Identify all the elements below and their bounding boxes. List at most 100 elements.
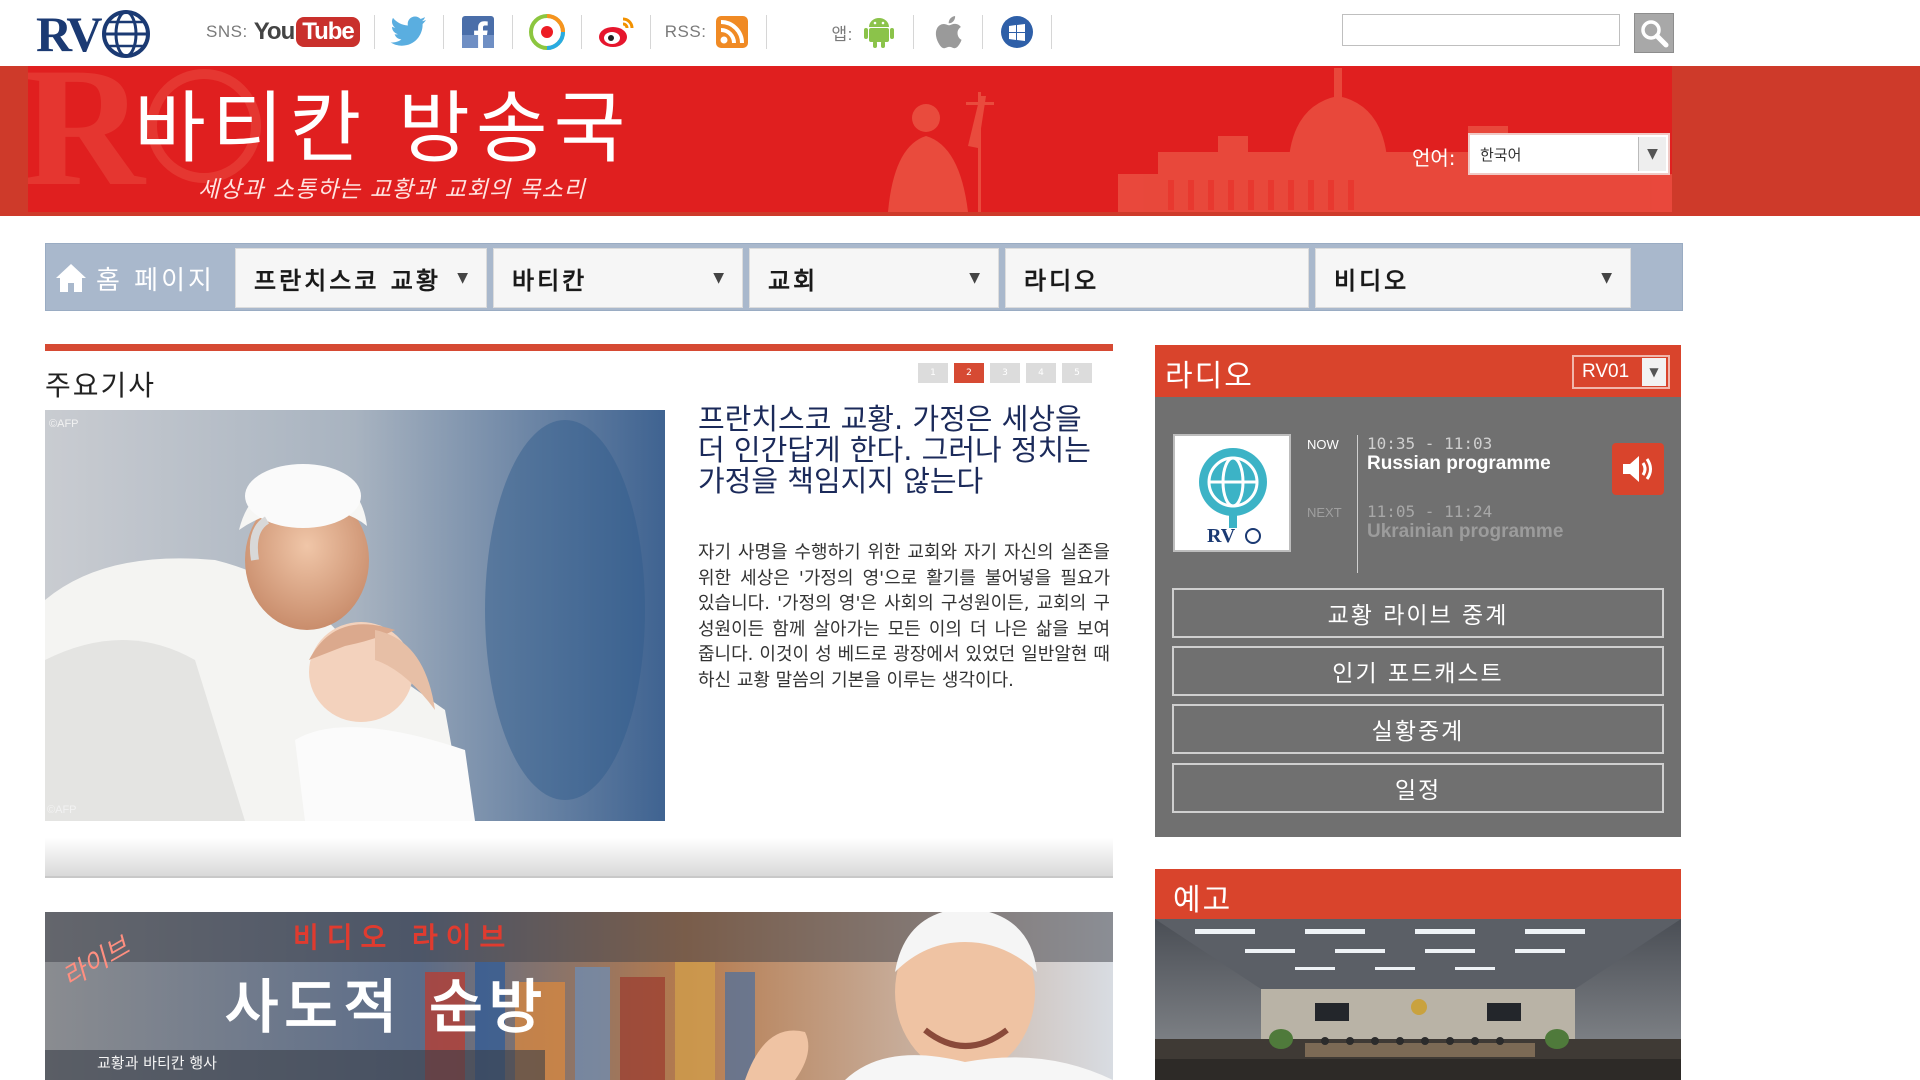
top-bar: RV SNS: You Tube RSS: 앱: (0, 0, 1920, 65)
radio-panel: 라디오 RV01 ▼ RV NOW NEXT 10:35 - 11:03 Rus… (1155, 345, 1681, 837)
featured-pager: 1 2 3 4 5 (918, 363, 1098, 383)
youtube-icon[interactable]: You Tube (254, 14, 360, 50)
radio-title: 라디오 (1165, 359, 1254, 394)
nav-item-radio[interactable]: 라디오 (1005, 248, 1309, 308)
caret-down-icon: ▼ (969, 270, 980, 286)
twitter-icon[interactable] (389, 12, 429, 52)
nav-item-church[interactable]: 교회 ▼ (749, 248, 999, 308)
nav-item-label: 바티칸 (512, 266, 588, 295)
pope-with-baby-photo (45, 410, 665, 821)
featured-summary: 자기 사명을 수행하기 위한 교회와 자기 자신의 실존을 위한 세상은 '가정… (698, 542, 1110, 691)
speaker-icon (1623, 456, 1652, 482)
caret-down-icon: ▼ (457, 270, 468, 286)
next-label: NEXT (1307, 505, 1342, 520)
nav-home[interactable]: 홈 페이지 (54, 252, 234, 304)
sina-weibo-icon[interactable] (596, 12, 636, 52)
banner-divider (0, 213, 1920, 216)
popular-podcast-button[interactable]: 인기 포드캐스트 (1172, 646, 1664, 696)
video-caption: 교황과 바티칸 행사 (97, 1054, 217, 1072)
sns-label: SNS: (206, 22, 248, 41)
divider (649, 15, 651, 49)
rss-label: RSS: (664, 22, 707, 41)
nav-item-label: 프란치스코 교황 (254, 266, 441, 295)
preview-title: 예고 (1173, 883, 1233, 918)
radio-channel-value: RV01 (1582, 361, 1630, 382)
apple-icon[interactable] (928, 12, 968, 52)
radio-channel-select[interactable]: RV01 ▼ (1572, 355, 1670, 389)
video-title-top: 비디오 라이브 (293, 921, 514, 954)
banner-title: 바티칸 방송국 (134, 84, 632, 174)
youtube-tube-text: Tube (296, 17, 360, 47)
search-button[interactable] (1634, 13, 1674, 53)
nav-home-label: 홈 페이지 (96, 265, 215, 296)
now-program: Russian programme (1367, 453, 1551, 474)
banner-subtitle: 세상과 소통하는 교황과 교회의 목소리 (198, 177, 586, 203)
radio-header: 라디오 RV01 ▼ (1155, 345, 1681, 397)
language-value: 한국어 (1480, 145, 1522, 164)
android-icon[interactable] (859, 12, 899, 52)
pager-dot-4[interactable]: 4 (1026, 363, 1056, 383)
video-live-banner[interactable]: 비디오 라이브 사도적 순방 라이브 교황과 바티칸 행사 (45, 912, 1113, 1080)
nav-item-pope-francis[interactable]: 프란치스코 교황 ▼ (235, 248, 487, 308)
image-credit: ©AFP (49, 418, 79, 430)
pager-dot-3[interactable]: 3 (990, 363, 1020, 383)
divider (1050, 15, 1052, 49)
caret-down-icon: ▼ (713, 270, 724, 286)
nav-item-label: 교회 (768, 266, 819, 295)
nav-item-label: 라디오 (1024, 266, 1100, 295)
weibo-color-icon[interactable] (527, 12, 567, 52)
language-select[interactable]: 한국어 ▼ (1468, 133, 1670, 175)
logo-text: RV (36, 6, 102, 62)
caret-down-icon: ▼ (1601, 270, 1612, 286)
youtube-you-text: You (253, 18, 296, 45)
next-program: Ukrainian programme (1367, 521, 1564, 542)
divider (912, 15, 914, 49)
social-links: SNS: You Tube RSS: 앱: (206, 12, 1066, 52)
divider (580, 15, 582, 49)
next-time: 11:05 - 11:24 (1367, 502, 1493, 521)
pager-dot-1[interactable]: 1 (918, 363, 948, 383)
search-input[interactable] (1342, 14, 1620, 46)
featured-top-rule (45, 344, 1113, 351)
divider (511, 15, 513, 49)
svg-text:RV: RV (1207, 525, 1236, 547)
image-credit: ©AFP (47, 804, 77, 816)
svg-text:R: R (28, 66, 147, 212)
pager-dot-5[interactable]: 5 (1062, 363, 1092, 383)
app-label: 앱: (831, 24, 853, 44)
featured-section-title: 주요기사 (45, 369, 157, 402)
language-label: 언어: (1412, 146, 1456, 170)
conference-hall-photo[interactable] (1155, 919, 1681, 1080)
featured-headline[interactable]: 프란치스코 교황. 가정은 세상을 더 인간답게 한다. 그러나 정치는 가정을… (698, 404, 1110, 497)
schedule-button[interactable]: 일정 (1172, 763, 1664, 813)
radio-vaticana-logo[interactable]: RV (36, 4, 156, 62)
rss-icon[interactable] (712, 12, 752, 52)
divider (981, 15, 983, 49)
main-nav: 홈 페이지 프란치스코 교황 ▼ 바티칸 ▼ 교회 ▼ 라디오 비디오 ▼ (45, 243, 1683, 311)
nav-item-video[interactable]: 비디오 ▼ (1315, 248, 1631, 308)
site-banner: R 바티칸 방송국 세상과 소통하는 교황과 교회의 목소리 언어: 한국어 ▼ (28, 66, 1672, 212)
featured-image[interactable]: ©AFP ©AFP (45, 410, 665, 821)
pager-dot-2[interactable]: 2 (954, 363, 984, 383)
live-broadcast-button[interactable]: 실황중계 (1172, 704, 1664, 754)
now-label: NOW (1307, 437, 1339, 452)
pope-live-button[interactable]: 교황 라이브 중계 (1172, 588, 1664, 638)
preview-panel: 예고 (1155, 869, 1681, 1080)
nav-item-vatican[interactable]: 바티칸 ▼ (493, 248, 743, 308)
facebook-icon[interactable] (458, 12, 498, 52)
schedule-divider (1357, 435, 1358, 573)
featured-bottom-bar (45, 838, 1113, 878)
divider (373, 15, 375, 49)
search-icon (1641, 20, 1669, 48)
divider (766, 15, 768, 49)
home-icon (56, 264, 86, 292)
globe-icon (102, 10, 150, 58)
divider (442, 15, 444, 49)
preview-header: 예고 (1155, 869, 1681, 919)
play-audio-button[interactable] (1612, 443, 1664, 495)
windows-icon[interactable] (997, 12, 1037, 52)
radio-vaticana-globe-icon: RV (1175, 436, 1289, 550)
radio-logo: RV (1173, 434, 1291, 552)
chevron-down-icon: ▼ (1642, 358, 1666, 386)
chevron-down-icon: ▼ (1638, 137, 1666, 171)
